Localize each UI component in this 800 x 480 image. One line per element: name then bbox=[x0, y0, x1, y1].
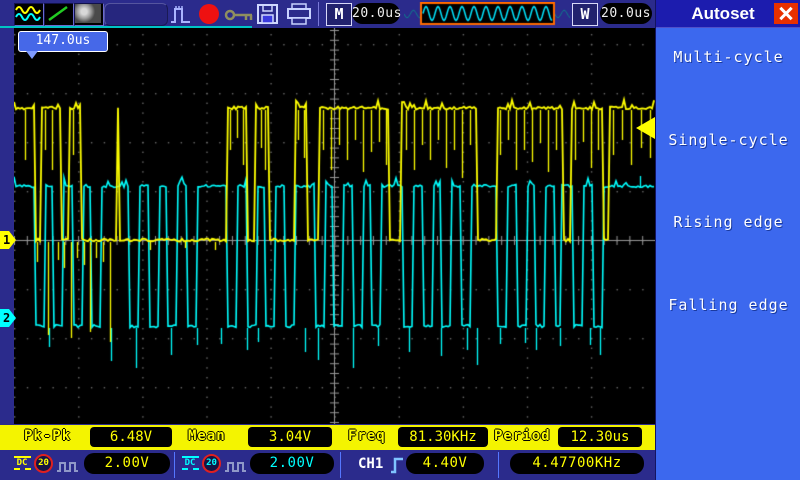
ch2-bandwidth-icon[interactable]: 20 bbox=[202, 454, 221, 473]
autoset-menu-header: Autoset bbox=[656, 0, 800, 28]
pkpk-value: 6.48V bbox=[90, 427, 172, 447]
toolbar-recessed-field bbox=[104, 3, 168, 26]
status-divider-1 bbox=[174, 452, 175, 478]
ch1-probe-icon[interactable] bbox=[56, 458, 79, 477]
delay-time-tag[interactable]: 147.0us bbox=[18, 31, 108, 52]
record-button[interactable] bbox=[199, 4, 219, 24]
trigger-level-value[interactable]: 4.40V bbox=[406, 453, 484, 474]
ch1-marker-label: 1 bbox=[3, 233, 10, 247]
trigger-frequency-counter: 4.47700KHz bbox=[510, 453, 644, 474]
mean-label: Mean bbox=[188, 428, 226, 444]
autoset-menu: Autoset Multi-cycle Single-cycle Rising … bbox=[655, 0, 800, 480]
pkpk-label: Pk-Pk bbox=[24, 428, 71, 444]
trigger-source-label[interactable]: CH1 bbox=[358, 456, 383, 472]
freq-value: 81.30KHz bbox=[398, 427, 488, 447]
main-timebase-value: 20.0us bbox=[352, 3, 400, 24]
period-label: Period bbox=[494, 428, 551, 444]
lock-button[interactable] bbox=[224, 7, 256, 26]
ch1-ground-marker[interactable]: 1 bbox=[0, 231, 16, 249]
print-button[interactable] bbox=[286, 3, 314, 29]
delay-time-pointer bbox=[26, 51, 38, 59]
freq-label: Freq bbox=[348, 428, 386, 444]
ch1-coupling-icon[interactable]: DC bbox=[12, 456, 32, 470]
status-divider-2 bbox=[340, 452, 341, 478]
diagonal-line-icon bbox=[45, 4, 71, 23]
snapshot-button[interactable] bbox=[74, 3, 104, 26]
ch2-ground-marker[interactable]: 2 bbox=[0, 309, 16, 327]
trigger-level-marker[interactable] bbox=[636, 117, 655, 139]
save-button[interactable] bbox=[256, 3, 280, 29]
waveform-display bbox=[14, 28, 655, 424]
printer-icon bbox=[286, 3, 314, 25]
oscilloscope-screen: M 20.0us W 20.0us 147.0us 1 2 Pk-Pk 6.48… bbox=[0, 0, 800, 480]
main-timebase-badge: M bbox=[326, 3, 352, 26]
toolbar: M 20.0us W 20.0us bbox=[0, 0, 655, 28]
multi-cycle-label: Multi-cycle bbox=[656, 48, 800, 66]
photo-thumbnail-icon bbox=[75, 4, 101, 23]
key-icon bbox=[224, 8, 256, 22]
window-timebase-badge: W bbox=[572, 3, 598, 26]
ch2-marker-label: 2 bbox=[3, 311, 10, 325]
rising-edge-label: Rising edge bbox=[656, 213, 800, 231]
period-value: 12.30us bbox=[558, 427, 642, 447]
single-cycle-label: Single-cycle bbox=[656, 131, 800, 149]
status-bar: DC 20 2.00V DC 20 2.00V CH1 4.40V 4.4770… bbox=[0, 450, 655, 480]
floppy-disk-icon bbox=[256, 3, 280, 25]
cursor-line-button[interactable] bbox=[44, 3, 74, 26]
ch1-scale-value[interactable]: 2.00V bbox=[84, 453, 170, 474]
trigger-arrow-icon bbox=[636, 117, 655, 139]
toolbar-divider bbox=[318, 2, 319, 26]
falling-edge-label: Falling edge bbox=[656, 296, 800, 314]
dual-wave-icon bbox=[15, 4, 41, 23]
ch1-bandwidth-icon[interactable]: 20 bbox=[34, 454, 53, 473]
mean-value: 3.04V bbox=[248, 427, 332, 447]
ch2-probe-icon[interactable] bbox=[224, 458, 247, 477]
status-divider-3 bbox=[498, 452, 499, 478]
menu-title: Autoset bbox=[656, 4, 774, 24]
channel-display-button[interactable] bbox=[14, 3, 44, 26]
acquisition-preview-strip[interactable] bbox=[404, 2, 570, 26]
measurement-bar: Pk-Pk 6.48V Mean 3.04V Freq 81.30KHz Per… bbox=[0, 425, 655, 450]
ch2-scale-value[interactable]: 2.00V bbox=[250, 453, 334, 474]
pulse-icon bbox=[170, 2, 196, 26]
ch2-coupling-icon[interactable]: DC bbox=[180, 456, 200, 470]
trigger-rising-edge-icon bbox=[390, 455, 405, 479]
close-button[interactable] bbox=[774, 3, 798, 24]
window-timebase-value: 20.0us bbox=[600, 3, 652, 24]
